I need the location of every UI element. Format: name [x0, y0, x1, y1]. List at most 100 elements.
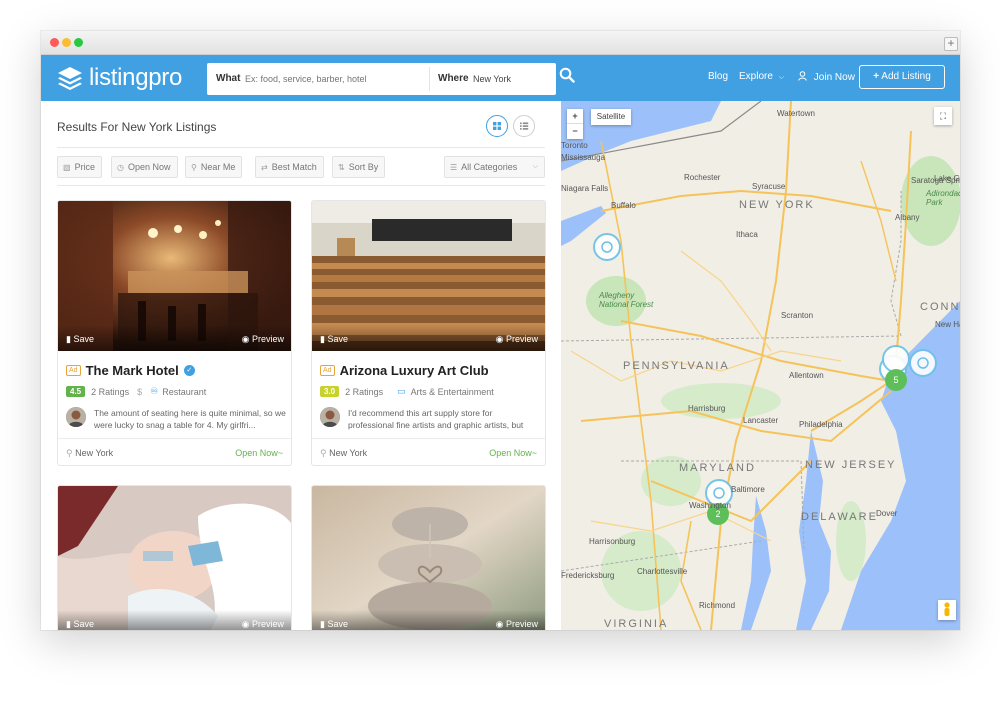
save-label: Save	[73, 334, 94, 344]
listing-image[interactable]: ▮ Save ◉ Preview	[312, 486, 545, 630]
city-label: Baltimore	[731, 485, 765, 494]
list-icon: ☰	[450, 163, 458, 172]
save-button[interactable]: ▮ Save	[66, 334, 94, 345]
chevron-down-icon: ⌵	[532, 163, 538, 170]
nav-join-label: Join Now	[813, 72, 855, 83]
divider	[57, 147, 545, 148]
listing-image[interactable]: ▮ Save ◉ Preview	[312, 201, 545, 351]
preview-label: Preview	[251, 619, 284, 629]
listing-image[interactable]: ▮ Save ◉ Preview	[58, 486, 291, 630]
preview-button[interactable]: ◉ Preview	[242, 334, 284, 345]
nav-blog[interactable]: Blog	[708, 71, 728, 82]
zoom-controls: + −	[567, 109, 583, 139]
nav-explore[interactable]: Explore ⌵	[739, 71, 784, 82]
filter-open-now[interactable]: ◷ Open Now	[111, 156, 178, 178]
site-logo[interactable]: listingpro	[57, 63, 182, 93]
city-label: Scranton	[781, 311, 814, 320]
what-input[interactable]	[245, 71, 425, 87]
listing-card[interactable]: ▮ Save ◉ Preview	[57, 485, 292, 630]
where-input[interactable]	[473, 71, 551, 87]
where-label: Where	[438, 73, 469, 84]
browser-window: + listingpro What Where Blog Explore ⌵	[41, 31, 960, 630]
divider	[57, 185, 545, 186]
zoom-out-button[interactable]: −	[567, 124, 583, 139]
save-button[interactable]: ▮ Save	[66, 619, 94, 630]
save-label: Save	[73, 619, 94, 629]
grid-icon	[493, 122, 501, 130]
category-select-label: All Categories	[461, 162, 518, 172]
filter-near-me[interactable]: ⚲ Near Me	[185, 156, 243, 178]
search-divider	[429, 67, 430, 91]
city-label: Philadelphia	[799, 420, 843, 429]
preview-button[interactable]: ◉ Preview	[496, 619, 538, 630]
map-cluster[interactable]: 5	[885, 369, 907, 391]
save-button[interactable]: ▮ Save	[320, 619, 348, 630]
what-label: What	[216, 73, 241, 84]
filter-sort-by[interactable]: ⇅ Sort By	[332, 156, 386, 178]
map-canvas[interactable]	[561, 101, 960, 630]
title-bar: +	[41, 31, 960, 55]
card-title-row: Ad The Mark Hotel ✓	[66, 363, 195, 378]
rating-badge: 3.0	[320, 386, 340, 397]
listing-image[interactable]: ▮ Save ◉ Preview	[58, 201, 291, 351]
save-button[interactable]: ▮ Save	[320, 334, 348, 345]
map-marker[interactable]	[593, 233, 621, 261]
nav-join[interactable]: Join Now	[798, 71, 855, 83]
filter-price[interactable]: ▧ Price	[57, 156, 103, 178]
location-label: New York	[75, 448, 114, 458]
preview-button[interactable]: ◉ Preview	[496, 334, 538, 345]
filter-best-match[interactable]: ⇄ Best Match	[255, 156, 324, 178]
card-footer: ⚲ New York Open Now~	[312, 438, 545, 465]
list-icon	[520, 122, 529, 130]
add-listing-button[interactable]: + Add Listing	[859, 65, 945, 89]
preview-label: Preview	[251, 334, 284, 344]
category-label[interactable]: Restaurant	[162, 387, 206, 397]
page-title: Results For New York Listings	[57, 120, 217, 134]
review-text: I'd recommend this art supply store for …	[348, 408, 524, 430]
map-marker[interactable]	[909, 349, 937, 377]
city-label: Mississauga	[561, 153, 606, 162]
list-view-button[interactable]	[513, 115, 535, 137]
eye-icon: ◉	[241, 334, 250, 344]
user-icon	[798, 71, 807, 81]
search-icon[interactable]	[559, 67, 575, 83]
close-window-button[interactable]	[50, 38, 59, 47]
category-label[interactable]: Arts & Entertainment	[411, 387, 494, 397]
ad-badge: Ad	[320, 365, 335, 376]
state-label: NEW YORK	[739, 199, 815, 211]
city-label: Dover	[876, 509, 898, 518]
minimize-window-button[interactable]	[62, 38, 71, 47]
city-label: Harrisburg	[688, 404, 726, 413]
listing-title[interactable]: The Mark Hotel	[86, 363, 179, 378]
verified-icon: ✓	[183, 365, 195, 376]
filter-near-me-label: Near Me	[200, 162, 236, 172]
city-label: Rochester	[684, 173, 721, 182]
category-select[interactable]: ☰ All Categories ⌵	[444, 156, 545, 178]
review-text: The amount of seating here is quite mini…	[94, 408, 286, 430]
avatar	[320, 407, 340, 427]
listing-card[interactable]: ▮ Save ◉ Preview	[311, 485, 546, 630]
maximize-window-button[interactable]	[74, 38, 83, 47]
listing-card[interactable]: ▮ Save ◉ Preview Ad Arizona Luxury Art C…	[311, 200, 546, 466]
eye-icon: ◉	[495, 619, 504, 629]
pegman-icon[interactable]	[938, 600, 956, 620]
preview-button[interactable]: ◉ Preview	[242, 619, 284, 630]
location-icon: ⚲	[191, 163, 197, 172]
card-location: ⚲ New York	[66, 448, 113, 459]
satellite-button[interactable]: Satellite	[591, 109, 631, 125]
filter-best-match-label: Best Match	[271, 162, 317, 172]
grid-view-button[interactable]	[486, 115, 508, 137]
map-view[interactable]: 5 2 NEW YORK PENNSYLVANIA MARYLAND NEW J…	[561, 101, 960, 630]
fullscreen-icon[interactable]: ⛶	[934, 107, 952, 125]
monitor-icon: ▭	[397, 386, 406, 396]
listing-card[interactable]: ▮ Save ◉ Preview Ad The Mark Hotel ✓ 4.5…	[57, 200, 292, 466]
sort-icon: ⇅	[338, 163, 345, 172]
chevron-down-icon: ⌵	[778, 74, 784, 81]
zoom-in-button[interactable]: +	[567, 109, 583, 124]
ad-badge: Ad	[66, 365, 81, 376]
listing-panel: Results For New York Listings ▧ Price ◷ Op…	[41, 101, 561, 630]
layers-icon	[58, 67, 82, 90]
listing-title[interactable]: Arizona Luxury Art Club	[340, 363, 489, 378]
new-tab-button[interactable]: +	[944, 37, 958, 51]
filter-sort-by-label: Sort By	[348, 162, 379, 172]
